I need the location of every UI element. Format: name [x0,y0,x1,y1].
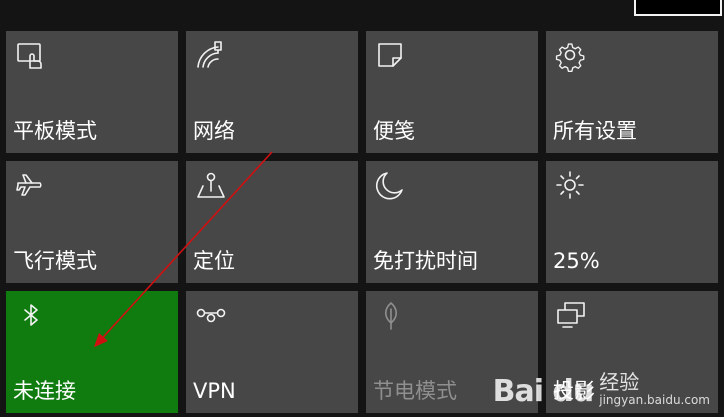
tile-note[interactable]: 便笺 [366,31,538,153]
tile-label-all-settings: 所有设置 [553,119,637,143]
tile-label-airplane-mode: 飞行模式 [13,249,97,273]
tile-label-quiet-hours: 免打扰时间 [373,249,478,273]
tile-tablet-mode[interactable]: 平板模式 [6,31,178,153]
tile-brightness[interactable]: 25% [546,161,718,283]
tile-vpn[interactable]: VPN [186,291,358,413]
tile-label-location: 定位 [193,249,235,273]
tile-bluetooth[interactable]: 未连接 [6,291,178,413]
location-icon [194,169,228,203]
note-icon [374,39,408,73]
brightness-icon [554,169,588,203]
tile-label-bluetooth: 未连接 [13,379,76,403]
watermark-brand: 经验 [599,370,640,394]
tile-network[interactable]: 网络 [186,31,358,153]
airplane-icon [14,169,48,203]
tile-label-tablet-mode: 平板模式 [13,119,97,143]
action-center-quick-actions: 平板模式 网络 便笺 所有设置 飞行模式 定位 免打扰时间 25% 未连接 VP… [0,0,724,417]
watermark-url: jingyan.baidu.com [599,393,710,407]
watermark-logo: Bai du [492,374,595,409]
quick-action-grid: 平板模式 网络 便笺 所有设置 飞行模式 定位 免打扰时间 25% 未连接 VP… [6,31,718,413]
top-edge-box [634,0,722,16]
bluetooth-icon [14,299,48,333]
network-icon [194,39,228,73]
gear-icon [554,39,588,73]
project-icon [554,299,588,333]
tile-label-battery-saver: 节电模式 [373,379,457,403]
vpn-icon [194,299,228,333]
tile-all-settings[interactable]: 所有设置 [546,31,718,153]
tablet-mode-icon [14,39,48,73]
tile-label-network: 网络 [193,119,235,143]
baidu-jingyan-watermark: Bai du 经验 jingyan.baidu.com [493,371,710,407]
tile-label-note: 便笺 [373,119,415,143]
tile-label-brightness: 25% [553,249,600,273]
tile-location[interactable]: 定位 [186,161,358,283]
tile-airplane-mode[interactable]: 飞行模式 [6,161,178,283]
moon-icon [374,169,408,203]
battery-saver-icon [374,299,408,333]
tile-quiet-hours[interactable]: 免打扰时间 [366,161,538,283]
tile-label-vpn: VPN [193,379,236,403]
